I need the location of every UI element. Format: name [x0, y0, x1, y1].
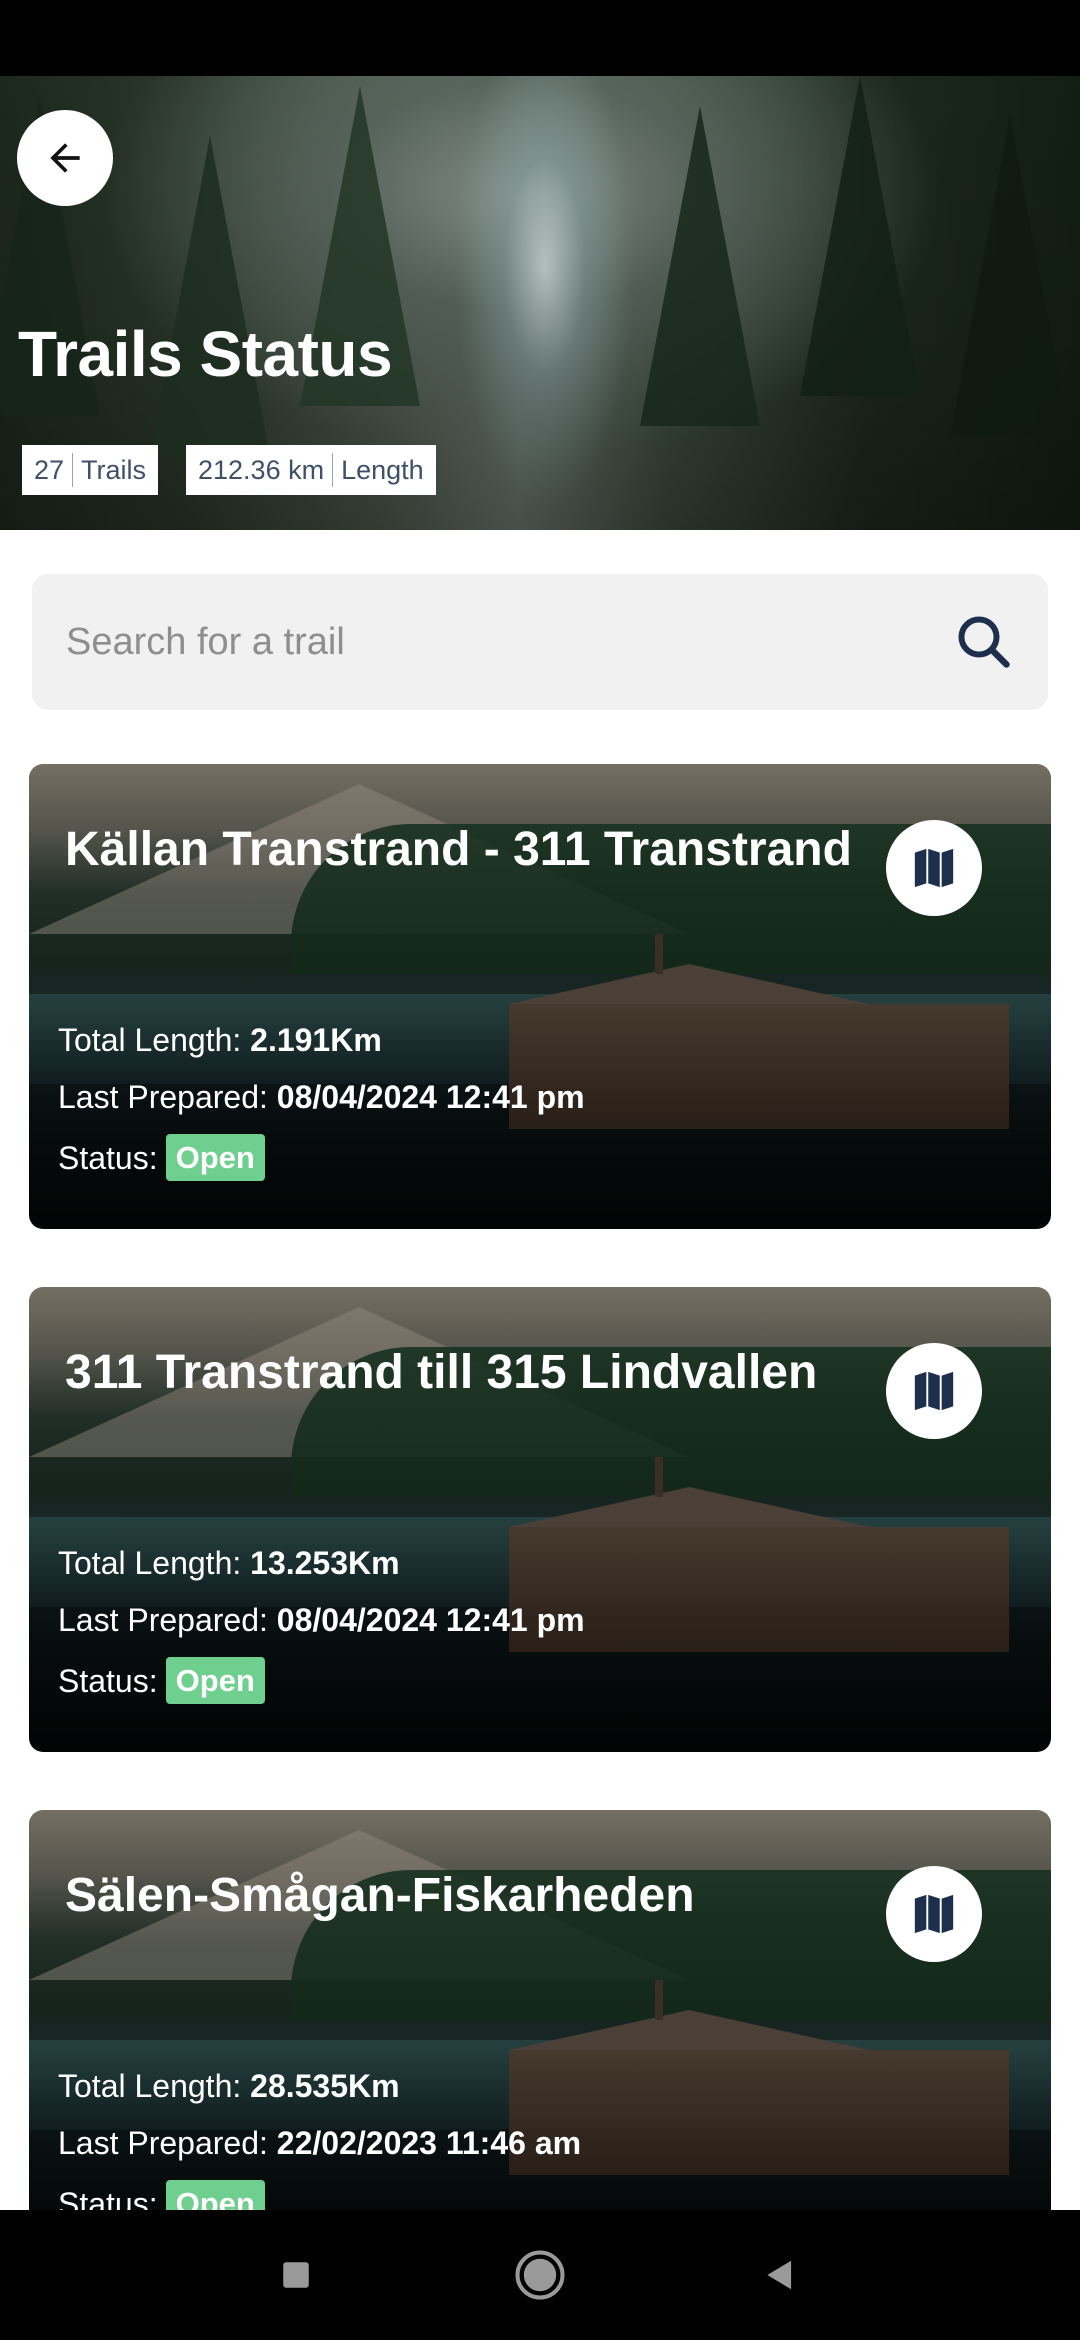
- length-row: Total Length: 28.535Km: [58, 2070, 400, 2102]
- back-button[interactable]: [17, 110, 113, 206]
- length-row: Total Length: 2.191Km: [58, 1024, 382, 1056]
- card-image-chimney: [655, 1457, 663, 1497]
- status-bar: [0, 0, 1080, 76]
- map-icon: [914, 1894, 954, 1934]
- status-badge: Open: [165, 1657, 265, 1704]
- map-button[interactable]: [886, 1343, 982, 1439]
- system-back-button[interactable]: [720, 2210, 840, 2340]
- page-title: Trails Status: [18, 318, 393, 390]
- hero-tree: [800, 76, 920, 396]
- card-image-chimney: [655, 1980, 663, 2020]
- trails-count-value: 27: [34, 454, 65, 485]
- search-button[interactable]: [952, 610, 1016, 674]
- length-value: 13.253Km: [250, 1545, 400, 1581]
- status-badge: Open: [165, 1134, 265, 1181]
- chip-divider: [72, 453, 74, 487]
- card-image-cabin-roof: [509, 2010, 869, 2050]
- map-icon: [914, 1371, 954, 1411]
- prepared-value: 08/04/2024 12:41 pm: [276, 1079, 585, 1115]
- circle-icon: [515, 2250, 565, 2300]
- total-length-label: Length: [341, 454, 424, 485]
- length-label: Total Length:: [58, 1022, 242, 1058]
- square-icon: [283, 2262, 309, 2288]
- hero-tree: [640, 106, 760, 426]
- prepared-row: Last Prepared: 08/04/2024 12:41 pm: [58, 1604, 585, 1636]
- map-icon: [914, 848, 954, 888]
- status-label: Status:: [58, 1139, 158, 1176]
- search-bar: [32, 574, 1048, 710]
- length-label: Total Length:: [58, 2068, 242, 2104]
- status-row: Status: Open: [58, 1657, 265, 1704]
- length-value: 2.191Km: [250, 1022, 382, 1058]
- card-image-cabin-roof: [509, 1487, 869, 1527]
- hero-tree: [150, 136, 270, 456]
- trail-title: Sälen-Smågan-Fiskarheden: [65, 1869, 695, 1922]
- trail-card[interactable]: Sälen-Smågan-Fiskarheden Total Length: 2…: [29, 1810, 1051, 2275]
- home-button[interactable]: [480, 2210, 600, 2340]
- triangle-back-icon: [767, 2260, 792, 2290]
- trail-card[interactable]: 311 Transtrand till 315 Lindvallen Total…: [29, 1287, 1051, 1752]
- hero-tree: [950, 116, 1070, 436]
- map-button[interactable]: [886, 1866, 982, 1962]
- system-nav-bar: [0, 2210, 1080, 2340]
- map-button[interactable]: [886, 820, 982, 916]
- trails-count-chip: 27 Trails: [22, 445, 159, 495]
- length-row: Total Length: 13.253Km: [58, 1547, 400, 1579]
- card-image-chimney: [655, 934, 663, 974]
- prepared-value: 08/04/2024 12:41 pm: [276, 1602, 585, 1638]
- status-label: Status:: [58, 1662, 158, 1699]
- chip-divider: [332, 453, 334, 487]
- hero-header: Trails Status 27 Trails 212.36 km Length: [0, 76, 1080, 530]
- arrow-left-icon: [50, 143, 80, 173]
- trail-title: Källan Transtrand - 311 Transtrand: [65, 823, 852, 876]
- prepared-label: Last Prepared:: [58, 2125, 268, 2161]
- total-length-value: 212.36 km: [198, 454, 325, 485]
- search-icon: [958, 616, 1010, 668]
- trail-title: 311 Transtrand till 315 Lindvallen: [65, 1346, 818, 1399]
- search-input[interactable]: [64, 619, 952, 665]
- prepared-row: Last Prepared: 08/04/2024 12:41 pm: [58, 1081, 585, 1113]
- prepared-label: Last Prepared:: [58, 1602, 268, 1638]
- prepared-label: Last Prepared:: [58, 1079, 268, 1115]
- trails-count-label: Trails: [81, 454, 147, 485]
- length-value: 28.535Km: [250, 2068, 400, 2104]
- total-length-chip: 212.36 km Length: [186, 445, 436, 495]
- card-image-cabin: [509, 2050, 1009, 2175]
- prepared-value: 22/02/2023 11:46 am: [276, 2125, 582, 2161]
- status-row: Status: Open: [58, 1134, 265, 1181]
- card-image-cabin-roof: [509, 964, 869, 1004]
- trail-card[interactable]: Källan Transtrand - 311 Transtrand Total…: [29, 764, 1051, 1229]
- length-label: Total Length:: [58, 1545, 242, 1581]
- recents-button[interactable]: [236, 2210, 356, 2340]
- prepared-row: Last Prepared: 22/02/2023 11:46 am: [58, 2127, 581, 2159]
